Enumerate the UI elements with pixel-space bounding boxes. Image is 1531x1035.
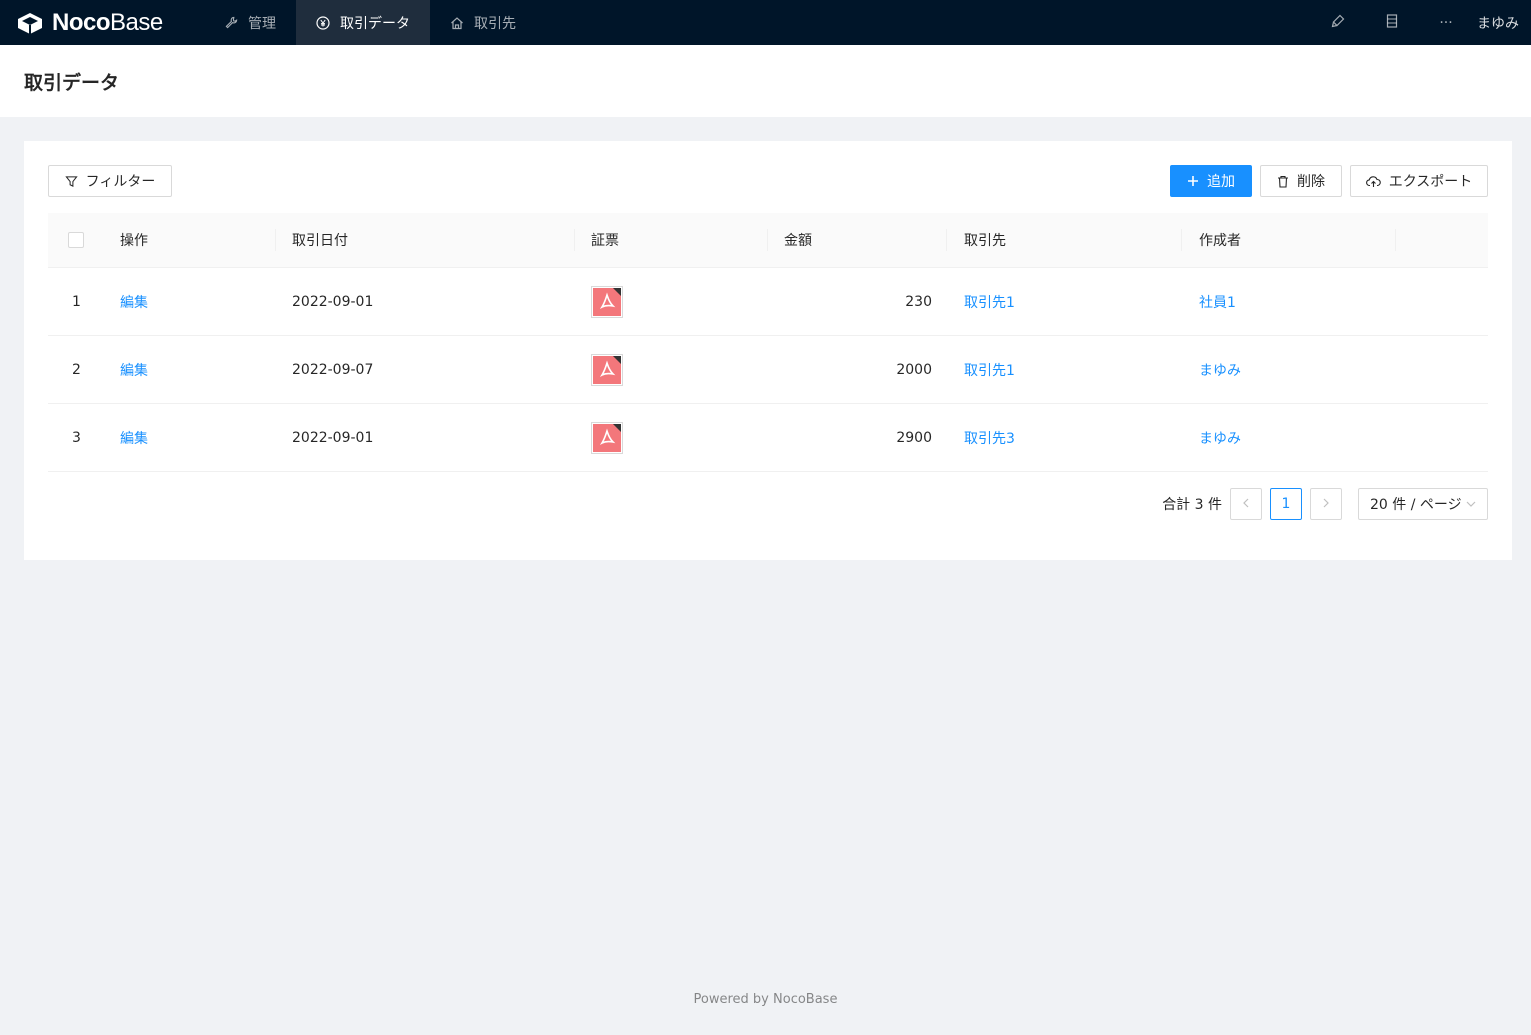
user-menu[interactable]: まゆみ [1473, 13, 1531, 33]
prev-page-button[interactable] [1230, 488, 1262, 520]
date-cell: 2022-09-01 [292, 429, 374, 446]
partner-link[interactable]: 取引先3 [964, 404, 1015, 471]
row-index: 3 [72, 429, 81, 446]
table-toolbar: フィルター 追加 削除 エクスポート [48, 165, 1488, 197]
receipt-cell [591, 336, 623, 403]
receipt-cell [591, 268, 623, 335]
wrench-icon [224, 16, 238, 30]
menu-item-partners[interactable]: 取引先 [430, 0, 536, 45]
pdf-file-icon [593, 355, 621, 384]
column-divider[interactable] [946, 229, 947, 251]
receipt-cell [591, 404, 623, 471]
column-header-actions: 操作 [120, 233, 148, 249]
pdf-thumbnail[interactable] [591, 421, 623, 454]
chevron-down-icon [1466, 501, 1476, 508]
delete-button[interactable]: 削除 [1260, 165, 1342, 197]
brand-name: NocoBase [52, 8, 163, 36]
column-divider[interactable] [574, 229, 575, 251]
select-all-cell [68, 213, 84, 267]
row-index: 2 [72, 361, 81, 378]
collections-button[interactable] [1365, 0, 1419, 45]
trash-icon [1277, 175, 1289, 188]
brand-logo[interactable]: NocoBase [0, 0, 204, 45]
partner-link[interactable]: 取引先1 [964, 336, 1015, 403]
table-row: 2 編集 2022-09-07 2000 取引先1 まゆみ [48, 336, 1488, 404]
menu-item-admin[interactable]: 管理 [204, 0, 296, 45]
page-size-select[interactable]: 20 件 / ページ [1358, 488, 1488, 520]
column-divider[interactable] [1181, 229, 1182, 251]
chevron-left-icon [1242, 496, 1250, 512]
cloud-upload-icon [1365, 175, 1381, 188]
logo-cube-icon [16, 11, 44, 35]
creator-link[interactable]: まゆみ [1199, 336, 1241, 403]
pdf-thumbnail[interactable] [591, 285, 623, 318]
export-button[interactable]: エクスポート [1350, 165, 1488, 197]
filter-icon [64, 175, 78, 188]
header-tools: ··· まゆみ [1311, 0, 1531, 45]
filter-button[interactable]: フィルター [48, 165, 172, 197]
creator-link[interactable]: まゆみ [1199, 404, 1241, 471]
main-menu: 管理 取引データ 取引先 [204, 0, 536, 45]
footer-credit: Powered by NocoBase [693, 992, 838, 1007]
page-size-value: 20 件 / ページ [1370, 497, 1462, 513]
delete-label: 削除 [1297, 174, 1325, 190]
amount-cell: 230 [905, 293, 932, 310]
home-icon [450, 16, 464, 30]
amount-cell: 2000 [896, 361, 932, 378]
total-count: 合計 3 件 [1162, 497, 1222, 513]
column-divider[interactable] [767, 229, 768, 251]
edit-link[interactable]: 編集 [120, 268, 148, 335]
creator-link[interactable]: 社員1 [1199, 268, 1236, 335]
date-cell: 2022-09-01 [292, 293, 374, 310]
page-header: 取引データ [0, 45, 1531, 117]
column-divider[interactable] [1395, 229, 1396, 251]
table-card: フィルター 追加 削除 エクスポート 操作 取引日付 証票 金額 取引先 作成者… [24, 141, 1512, 560]
column-header-creator: 作成者 [1199, 233, 1241, 249]
menu-item-label: 取引先 [474, 15, 516, 32]
pagination: 合計 3 件 1 20 件 / ページ [1162, 488, 1488, 520]
export-label: エクスポート [1388, 174, 1473, 190]
pdf-file-icon [593, 423, 621, 452]
chevron-right-icon [1322, 496, 1330, 512]
page-number-button[interactable]: 1 [1270, 488, 1302, 520]
column-header-receipt: 証票 [591, 233, 619, 249]
next-page-button[interactable] [1310, 488, 1342, 520]
column-header-amount: 金額 [784, 233, 812, 249]
menu-item-label: 管理 [248, 15, 276, 32]
menu-item-label: 取引データ [340, 15, 410, 32]
plus-icon [1187, 175, 1199, 187]
edit-link[interactable]: 編集 [120, 336, 148, 403]
ellipsis-icon: ··· [1439, 14, 1453, 31]
highlighter-icon [1331, 14, 1345, 32]
amount-cell: 2900 [896, 429, 932, 446]
menu-item-transactions[interactable]: 取引データ [296, 0, 430, 45]
column-divider[interactable] [275, 229, 276, 251]
table-header: 操作 取引日付 証票 金額 取引先 作成者 [48, 213, 1488, 268]
date-cell: 2022-09-07 [292, 361, 374, 378]
page-title: 取引データ [24, 71, 120, 94]
table-row: 3 編集 2022-09-01 2900 取引先3 まゆみ [48, 404, 1488, 472]
filter-label: フィルター [85, 174, 156, 190]
edit-link[interactable]: 編集 [120, 404, 148, 471]
select-all-checkbox[interactable] [68, 232, 84, 248]
pdf-file-icon [593, 287, 621, 316]
pdf-thumbnail[interactable] [591, 353, 623, 386]
add-button[interactable]: 追加 [1170, 165, 1252, 197]
data-table: 操作 取引日付 証票 金額 取引先 作成者 1 編集 2022-09-01 23… [48, 213, 1488, 472]
column-header-partner: 取引先 [964, 233, 1006, 249]
partner-link[interactable]: 取引先1 [964, 268, 1015, 335]
ui-editor-button[interactable] [1311, 0, 1365, 45]
yen-circle-icon [316, 15, 330, 30]
more-button[interactable]: ··· [1419, 0, 1473, 45]
table-row: 1 編集 2022-09-01 230 取引先1 社員1 [48, 268, 1488, 336]
row-index: 1 [72, 293, 81, 310]
ledger-icon [1386, 13, 1398, 32]
add-label: 追加 [1207, 174, 1235, 190]
column-header-date: 取引日付 [292, 233, 348, 249]
top-navbar: NocoBase 管理 取引データ 取引先 ··· まゆみ [0, 0, 1531, 45]
